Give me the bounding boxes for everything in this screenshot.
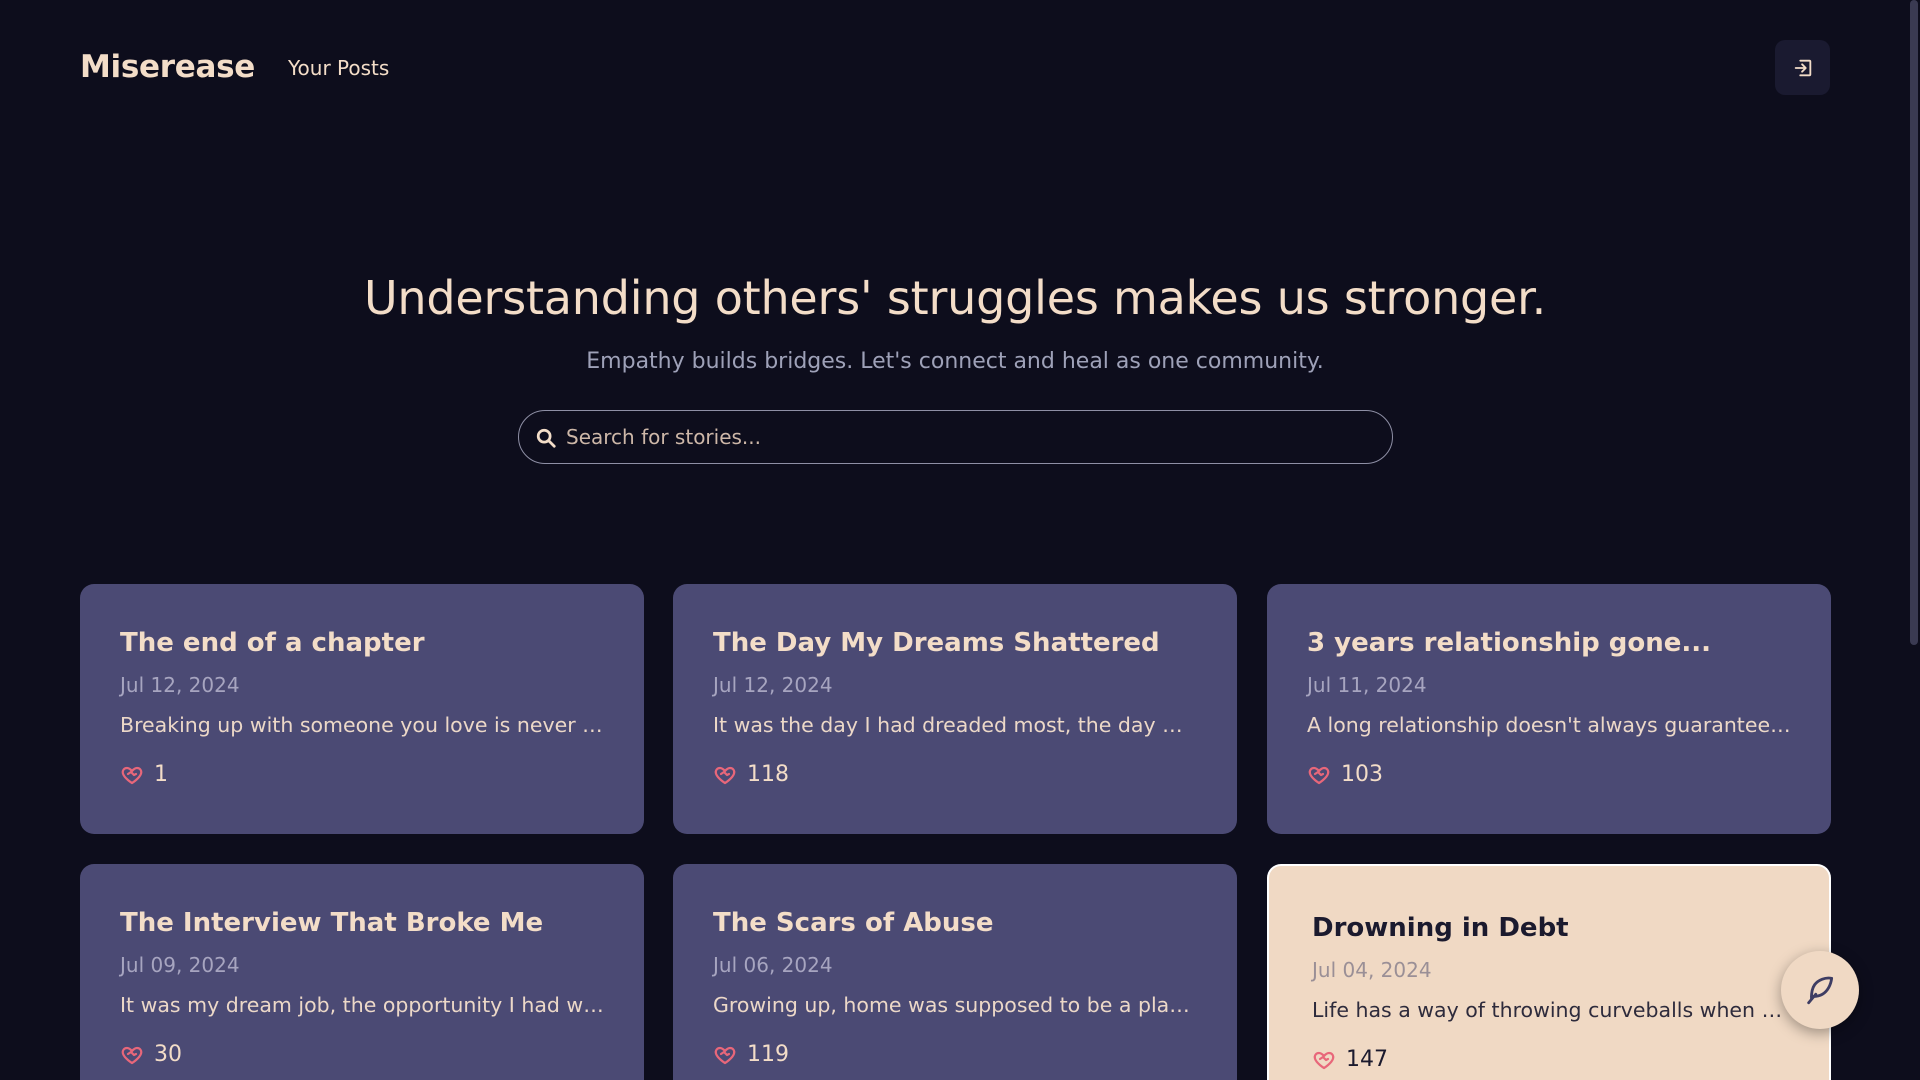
like-count: 1 [154,762,168,787]
post-excerpt: Breaking up with someone you love is nev… [120,713,608,737]
post-likes[interactable]: 30 [120,1040,182,1070]
post-date: Jul 09, 2024 [120,953,240,977]
search-bar[interactable] [518,410,1393,464]
heart-handshake-icon [121,766,143,785]
new-post-button[interactable] [1781,951,1859,1029]
post-excerpt: It was my dream job, the opportunity I h… [120,993,608,1017]
scrollbar-thumb[interactable] [1910,0,1918,645]
post-card-hovered[interactable]: Drowning in Debt Jul 04, 2024 Life has a… [1267,864,1831,1080]
post-card[interactable]: The Scars of Abuse Jul 06, 2024 Growing … [673,864,1237,1080]
post-card[interactable]: The Day My Dreams Shattered Jul 12, 2024… [673,584,1237,834]
post-title: The Interview That Broke Me [120,908,544,938]
heart-handshake-icon [1308,766,1330,785]
search-icon [536,428,556,448]
navbar: Miserease Your Posts [0,0,1920,136]
like-count: 30 [154,1042,182,1067]
post-date: Jul 04, 2024 [1312,958,1432,982]
like-count: 103 [1341,762,1383,787]
heart-handshake-icon [1313,1051,1335,1070]
heart-handshake-icon [121,1046,143,1065]
nav-link-your-posts[interactable]: Your Posts [288,56,389,80]
like-count: 119 [747,1042,789,1067]
logout-button[interactable] [1775,40,1830,95]
logout-icon [1794,59,1811,76]
hero-title: Understanding others' struggles makes us… [363,271,1547,325]
post-card[interactable]: 3 years relationship gone... Jul 11, 202… [1267,584,1831,834]
post-date: Jul 11, 2024 [1307,673,1427,697]
post-card[interactable]: The Interview That Broke Me Jul 09, 2024… [80,864,644,1080]
feather-icon [1807,976,1834,1005]
post-title: The Day My Dreams Shattered [713,628,1160,658]
post-date: Jul 12, 2024 [120,673,240,697]
like-count: 147 [1346,1047,1388,1072]
post-excerpt: Life has a way of throwing curveballs wh… [1312,998,1790,1022]
post-likes[interactable]: 118 [713,760,789,790]
post-excerpt: Growing up, home was supposed to be a pl… [713,993,1201,1017]
hero-subtitle: Empathy builds bridges. Let's connect an… [586,349,1324,374]
post-date: Jul 12, 2024 [713,673,833,697]
post-likes[interactable]: 119 [713,1040,789,1070]
post-likes[interactable]: 103 [1307,760,1383,790]
brand-logo[interactable]: Miserease [80,47,255,87]
post-likes[interactable]: 147 [1312,1045,1388,1075]
post-date: Jul 06, 2024 [713,953,833,977]
heart-handshake-icon [714,766,736,785]
search-input[interactable] [564,411,1364,462]
page-scrollbar[interactable] [1908,0,1920,1080]
post-likes[interactable]: 1 [120,760,168,790]
like-count: 118 [747,762,789,787]
post-card[interactable]: The end of a chapter Jul 12, 2024 Breaki… [80,584,644,834]
post-title: The Scars of Abuse [713,908,994,938]
heart-handshake-icon [714,1046,736,1065]
post-title: The end of a chapter [120,628,425,658]
post-title: 3 years relationship gone... [1307,628,1712,658]
post-excerpt: It was the day I had dreaded most, the d… [713,713,1201,737]
post-title: Drowning in Debt [1312,913,1569,943]
post-excerpt: A long relationship doesn't always guara… [1307,713,1795,737]
